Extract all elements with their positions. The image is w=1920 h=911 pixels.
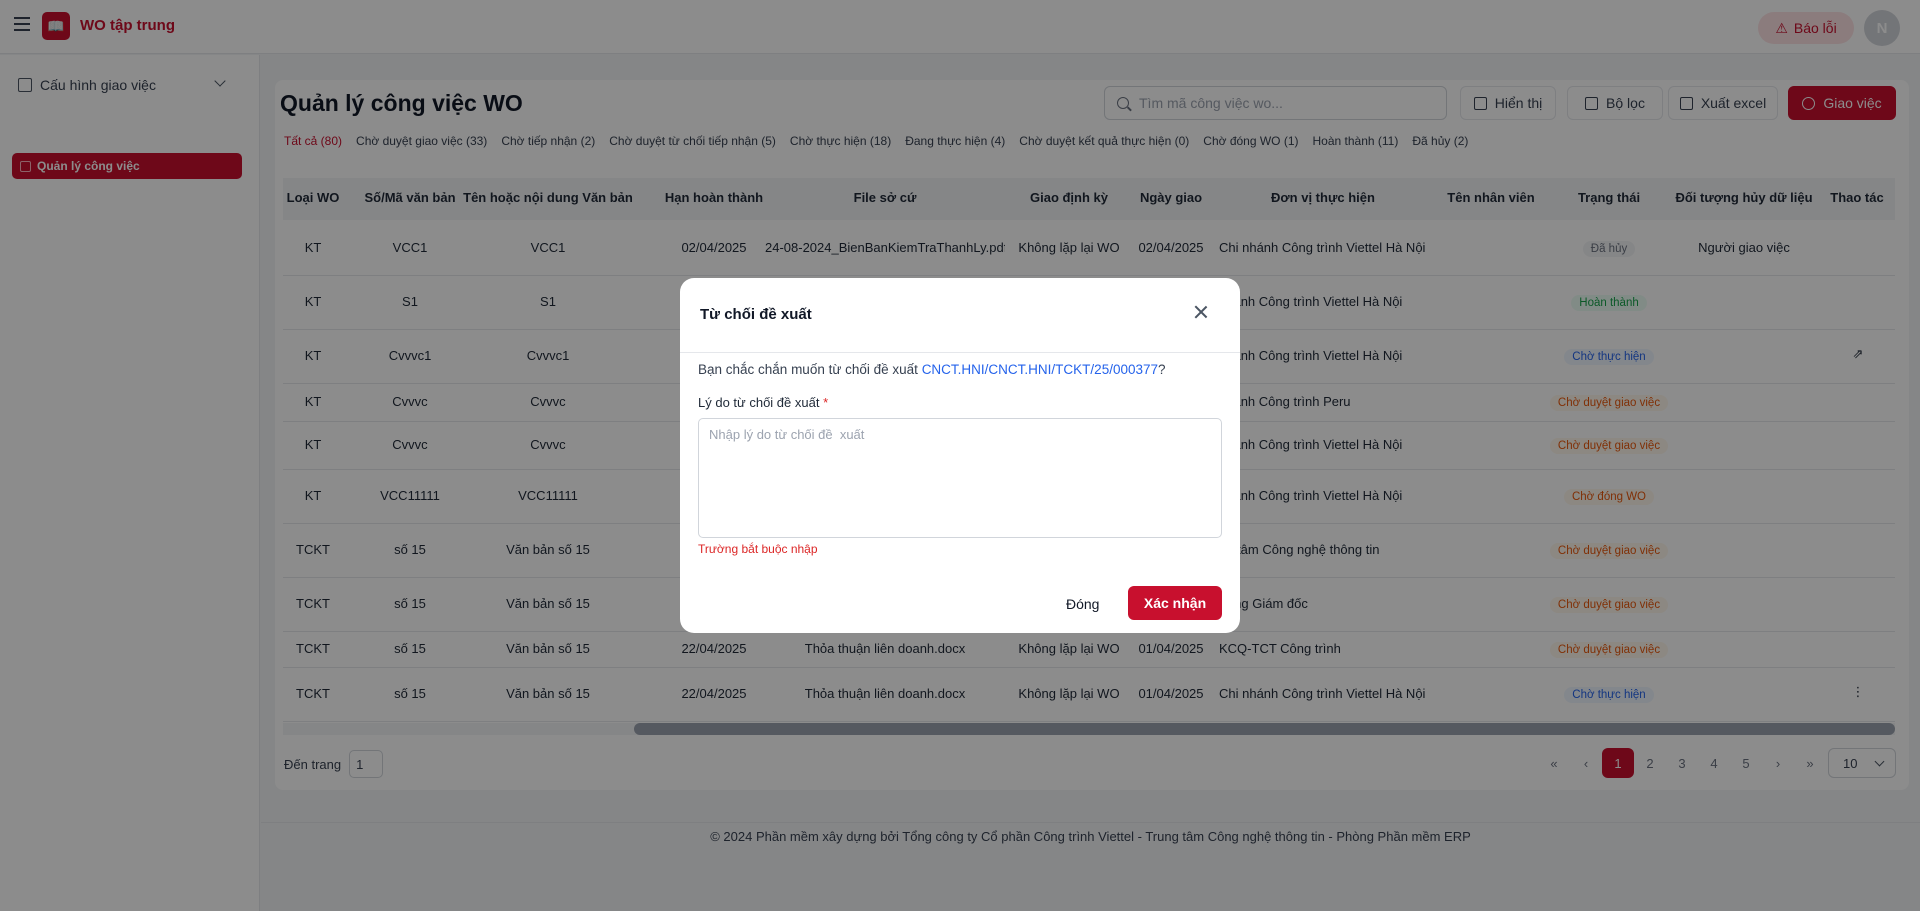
proposal-code-link[interactable]: CNCT.HNI/CNCT.HNI/TCKT/25/000377 bbox=[922, 362, 1158, 377]
close-icon[interactable] bbox=[1190, 302, 1212, 324]
required-error: Trường bắt buộc nhập bbox=[698, 542, 818, 556]
reason-textarea[interactable] bbox=[698, 418, 1222, 538]
modal-message: Bạn chắc chắn muốn từ chối đề xuất CNCT.… bbox=[698, 362, 1166, 377]
reason-label-text: Lý do từ chối đề xuất bbox=[698, 395, 820, 410]
modal-title: Từ chối đề xuất bbox=[700, 306, 812, 323]
required-mark: * bbox=[823, 395, 829, 410]
close-button[interactable]: Đóng bbox=[1066, 587, 1099, 621]
message-suffix: ? bbox=[1158, 362, 1166, 377]
reason-label: Lý do từ chối đề xuất * bbox=[698, 395, 828, 410]
reject-proposal-modal: Từ chối đề xuất Bạn chắc chắn muốn từ ch… bbox=[680, 278, 1240, 633]
confirm-button[interactable]: Xác nhận bbox=[1128, 586, 1222, 620]
message-text: Bạn chắc chắn muốn từ chối đề xuất bbox=[698, 362, 922, 377]
modal-divider bbox=[680, 352, 1240, 353]
